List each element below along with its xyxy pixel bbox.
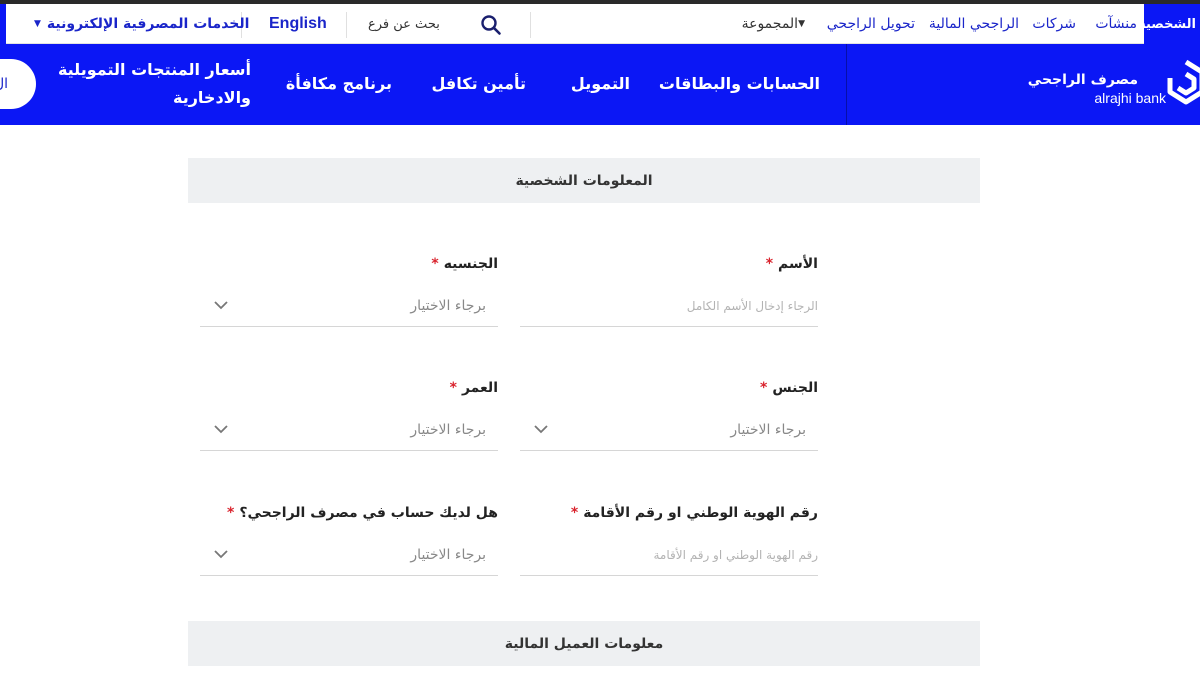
nav-separator [846, 44, 847, 125]
chevron-down-icon [534, 425, 548, 434]
branch-search-link[interactable]: بحث عن فرع [368, 4, 440, 44]
nav-product-prices-line2: والادخارية [172, 88, 251, 107]
section-personal-info: المعلومات الشخصية [188, 158, 980, 203]
gender-value: برجاء الاختيار [730, 422, 806, 438]
nav-product-prices[interactable]: أسعار المنتجات التمويلية والادخارية [58, 56, 251, 112]
gender-label: الجنس* [760, 380, 818, 396]
gender-label-text: الجنس [772, 380, 818, 396]
alrajhi-logo[interactable]: مصرف الراجحي alrajhi bank [1028, 44, 1200, 125]
nav-mukafaa-program[interactable]: برنامج مكافأة [286, 74, 392, 93]
divider [530, 12, 531, 38]
nav-product-prices-line1: أسعار المنتجات التمويلية [57, 60, 251, 79]
required-mark: * [431, 256, 439, 272]
tab-personal[interactable]: الشخصية [1138, 4, 1200, 44]
name-placeholder: الرجاء إدخال الأسم الكامل [686, 299, 818, 313]
nav-financing[interactable]: التمويل [571, 74, 630, 93]
name-label-text: الأسم [778, 256, 818, 272]
has-account-value: برجاء الاختيار [410, 547, 486, 563]
age-select[interactable]: برجاء الاختيار [200, 410, 498, 451]
logo-arabic-text: مصرف الراجحي [1027, 72, 1138, 88]
eservices-menu[interactable]: ▼ الخدمات المصرفية الإلكترونية [34, 4, 249, 44]
chevron-down-icon [214, 301, 228, 310]
gender-select[interactable]: برجاء الاختيار [520, 410, 818, 451]
group-menu-label: المجموعة [741, 16, 799, 32]
caret-down-icon: ▼ [34, 19, 41, 29]
name-label: الأسم* [766, 256, 818, 272]
nationality-label: الجنسيه* [431, 256, 498, 272]
left-edge-strip [0, 4, 6, 44]
logo-mark-icon [1167, 59, 1200, 105]
eservices-label: الخدمات المصرفية الإلكترونية [46, 16, 250, 32]
national-id-label: رقم الهوية الوطني او رقم الأقامة* [571, 505, 818, 521]
caret-down-icon: ▼ [798, 19, 805, 29]
nationality-label-text: الجنسيه [443, 256, 498, 272]
nav-accounts-cards[interactable]: الحسابات والبطاقات [659, 74, 820, 93]
nationality-select[interactable]: برجاء الاختيار [200, 286, 498, 327]
national-id-input[interactable]: رقم الهوية الوطني او رقم الأقامة [520, 535, 818, 576]
tab-alrajhi-transfer[interactable]: تحويل الراجحي [827, 4, 915, 44]
chevron-down-icon [214, 550, 228, 559]
tab-companies[interactable]: شركات [1032, 4, 1076, 44]
national-id-placeholder: رقم الهوية الوطني او رقم الأقامة [653, 548, 818, 562]
name-input[interactable]: الرجاء إدخال الأسم الكامل [520, 286, 818, 327]
age-label: العمر* [450, 380, 498, 396]
group-menu[interactable]: المجموعة ▼ [742, 4, 810, 44]
age-label-text: العمر [461, 380, 498, 396]
section-financial-info: معلومات العميل المالية [188, 621, 980, 666]
nationality-value: برجاء الاختيار [410, 298, 486, 314]
search-icon[interactable] [480, 14, 502, 36]
age-value: برجاء الاختيار [410, 422, 486, 438]
top-utility-bar: الشخصية منشآت شركات الراجحي المالية تحوي… [0, 0, 1200, 44]
required-mark: * [760, 380, 768, 396]
tab-alrajhi-capital[interactable]: الراجحي المالية [929, 4, 1019, 44]
has-account-label: هل لديك حساب في مصرف الراجحي؟* [227, 505, 498, 521]
language-switch[interactable]: English [269, 4, 327, 44]
divider [346, 12, 347, 38]
nav-pill-button[interactable]: ال [0, 59, 36, 109]
has-account-select[interactable]: برجاء الاختيار [200, 535, 498, 576]
has-account-label-text: هل لديك حساب في مصرف الراجحي؟ [239, 505, 498, 521]
national-id-label-text: رقم الهوية الوطني او رقم الأقامة [583, 505, 818, 521]
required-mark: * [765, 256, 774, 272]
logo-english-text: alrajhi bank [1094, 90, 1166, 106]
required-mark: * [570, 505, 579, 521]
nav-takaful-insurance[interactable]: تأمين تكافل [432, 74, 527, 93]
required-mark: * [227, 505, 235, 521]
tab-establishments[interactable]: منشآت [1095, 4, 1137, 44]
main-navigation: مصرف الراجحي alrajhi bank الحسابات والبط… [0, 44, 1200, 125]
chevron-down-icon [214, 425, 228, 434]
required-mark: * [449, 380, 457, 396]
